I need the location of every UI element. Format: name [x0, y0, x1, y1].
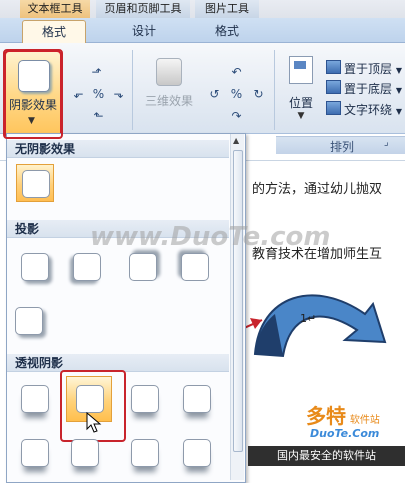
shadow-preview-icon	[183, 385, 211, 413]
perspective-shadow-option[interactable]	[16, 380, 54, 418]
duote-logo: 多特 软件站	[306, 400, 380, 429]
highlight-box	[3, 49, 63, 139]
watermark-text: www.DuoTe.com	[90, 222, 331, 252]
logo-sub-text: 软件站	[349, 415, 380, 426]
perspective-shadow-option[interactable]	[178, 380, 216, 418]
drop-shadow-option[interactable]	[68, 248, 106, 286]
perspective-shadow-option[interactable]	[66, 434, 104, 472]
perspective-shadow-option[interactable]	[16, 434, 54, 472]
shadow-preview-icon	[71, 439, 99, 467]
drop-shadow-option[interactable]	[124, 248, 162, 286]
drop-shadow-option[interactable]	[16, 248, 54, 286]
perspective-shadow-option[interactable]	[178, 434, 216, 472]
shadow-preview-icon	[21, 439, 49, 467]
shadow-preview-icon	[21, 385, 49, 413]
no-shadow-option[interactable]	[16, 164, 54, 202]
shadow-preview-icon	[15, 307, 43, 335]
mouse-cursor-icon	[86, 412, 102, 433]
scroll-up-icon[interactable]: ▲	[233, 136, 239, 145]
logo-cn-text: 多特	[306, 404, 346, 428]
shadow-preview-icon	[21, 253, 49, 281]
shadow-preview-icon	[181, 253, 209, 281]
drop-shadow-option[interactable]	[10, 302, 48, 340]
shadow-preview-icon	[73, 253, 101, 281]
perspective-shadow-option[interactable]	[126, 380, 164, 418]
gallery-section-header: 无阴影效果	[7, 140, 229, 158]
shadow-preview-icon	[22, 170, 50, 198]
perspective-shadow-option[interactable]	[126, 434, 164, 472]
shadow-preview-icon	[183, 439, 211, 467]
shadow-preview-icon	[129, 253, 157, 281]
logo-url-text: DuoTe.Com	[310, 427, 380, 440]
scroll-thumb[interactable]	[233, 150, 243, 452]
gallery-scrollbar[interactable]: ▲	[230, 134, 244, 480]
shadow-preview-icon	[131, 385, 159, 413]
drop-shadow-option[interactable]	[176, 248, 214, 286]
watermark-banner: 国内最安全的软件站	[248, 446, 405, 466]
shadow-preview-icon	[131, 439, 159, 467]
